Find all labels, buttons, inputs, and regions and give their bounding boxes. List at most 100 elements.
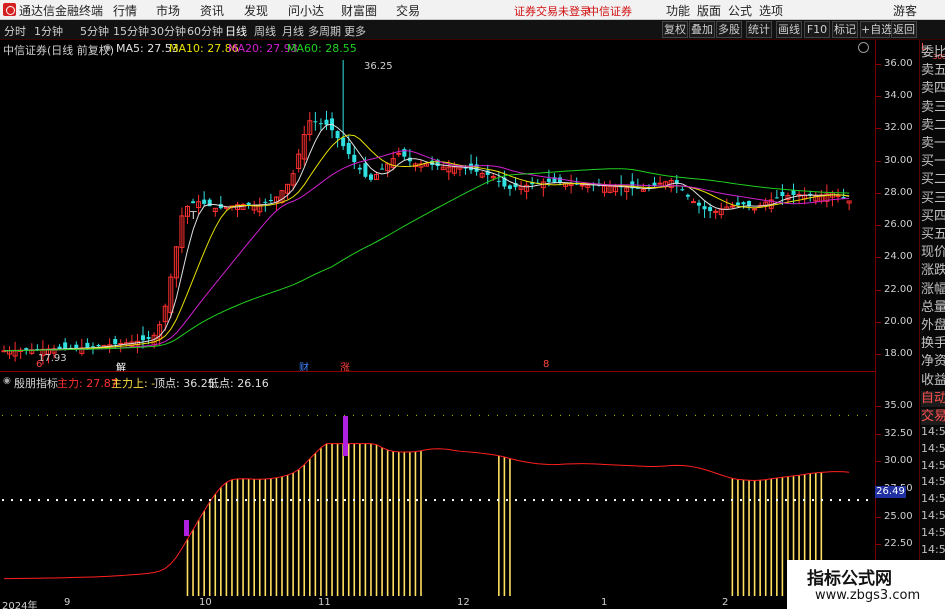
dotted-top [497,414,498,416]
kline-chart[interactable]: 36.25 17.93 T [0,0,875,609]
panel-item[interactable]: 卖五 [921,63,945,79]
dotted-top [92,414,93,416]
candle-body [352,154,357,163]
dotted-level [137,499,139,502]
dotted-level [155,499,157,502]
panel-item[interactable]: 买一 [921,154,945,170]
trade-time: 14:56 [921,425,945,438]
candle-body [57,346,62,349]
panel-item[interactable]: 卖三 [921,100,945,116]
event-marker[interactable]: 6 [36,359,42,370]
price-tick-label: 24.00 [884,251,913,263]
candle-body [368,174,373,180]
dotted-top [128,414,129,416]
user-guest[interactable]: 游客 [893,2,917,19]
dotted-level [857,499,859,502]
dotted-top [236,414,237,416]
dotted-top [281,414,282,416]
dotted-top [398,414,399,416]
dotted-top [56,414,57,416]
dotted-level [794,499,796,502]
dotted-top [182,414,183,416]
dotted-top [839,414,840,416]
candle-body [324,119,329,125]
indicator-tick-label: 35.00 [884,400,913,411]
panel-item[interactable]: 现价 [921,245,945,261]
dotted-level [866,499,868,502]
ma-line-10 [3,134,850,352]
trade-time: 14:56 [921,475,945,489]
candle-body [835,195,841,198]
dotted-top [650,414,651,416]
panel-item[interactable]: 买三 [921,191,945,207]
top-point-value: 顶点: 36.25 [154,377,215,390]
dotted-level [686,499,688,502]
panel-item[interactable]: 收益 [921,373,945,389]
panel-item[interactable]: 委比 [921,45,945,61]
dotted-level [74,499,76,502]
dotted-top [479,414,480,416]
indicator-tick [876,516,881,518]
dotted-top [119,414,120,416]
back-button[interactable]: 返回 [891,21,917,38]
panel-item[interactable]: 自动 [921,390,945,407]
dotted-top [11,414,12,416]
dotted-top [857,414,858,416]
dotted-level [695,499,697,502]
panel-item[interactable]: 涨跌 [921,263,945,279]
dotted-top [866,414,867,416]
watermark-title: 指标公式网 [807,569,892,589]
dotted-top [425,414,426,416]
indicator-tick-label: 25.00 [884,510,913,522]
candle-body [96,345,101,347]
dotted-level [398,499,400,502]
indicator-menu-icon[interactable]: ◉ [3,376,11,386]
dotted-level [452,499,454,502]
price-tick [876,192,881,194]
panel-item[interactable]: 总量 [921,300,945,316]
dotted-level [839,499,841,502]
candle-body [546,178,551,182]
dotted-top [560,414,561,416]
panel-item[interactable]: 净资 [921,354,945,370]
dotted-top [173,414,174,416]
indicator-last-value: 26.49 [875,486,906,498]
dotted-top [488,414,489,416]
dotted-level [362,499,364,502]
dotted-level [551,499,553,502]
dotted-top [83,414,84,416]
panel-item[interactable]: 换手 [921,336,945,352]
dotted-top [371,414,372,416]
dotted-level [146,499,148,502]
main-force-line [3,443,850,580]
panel-item[interactable]: 买四 [921,209,945,225]
panel-item[interactable]: 外盘 [921,318,945,334]
dotted-top [2,414,3,416]
dotted-level [47,499,49,502]
panel-item[interactable]: 卖二 [921,118,945,134]
dotted-level [92,499,94,502]
dotted-level [344,499,346,502]
indicator-name[interactable]: 殷朋指标 [14,375,58,391]
panel-item[interactable]: 买五 [921,227,945,243]
candlestick-series [1,59,852,365]
dotted-level [182,499,184,502]
panel-item[interactable]: 卖一 [921,136,945,152]
dotted-top [704,414,705,416]
dotted-level [56,499,58,502]
panel-item[interactable]: 买二 [921,172,945,188]
dotted-level [740,499,742,502]
event-marker[interactable]: 8 [543,359,549,370]
dotted-level [758,499,760,502]
panel-item[interactable]: 卖四 [921,81,945,97]
panel-item[interactable]: 交易 [921,409,945,425]
panel-item[interactable]: 涨幅 [921,282,945,298]
pane-divider[interactable] [0,371,875,372]
dotted-level [110,499,112,502]
dotted-level [848,499,850,502]
trade-time: 14:56 [921,458,945,472]
dotted-level [443,499,445,502]
dotted-top [533,414,534,416]
low-point-value: 低点: 26.16 [208,377,269,390]
dotted-top [470,414,471,416]
